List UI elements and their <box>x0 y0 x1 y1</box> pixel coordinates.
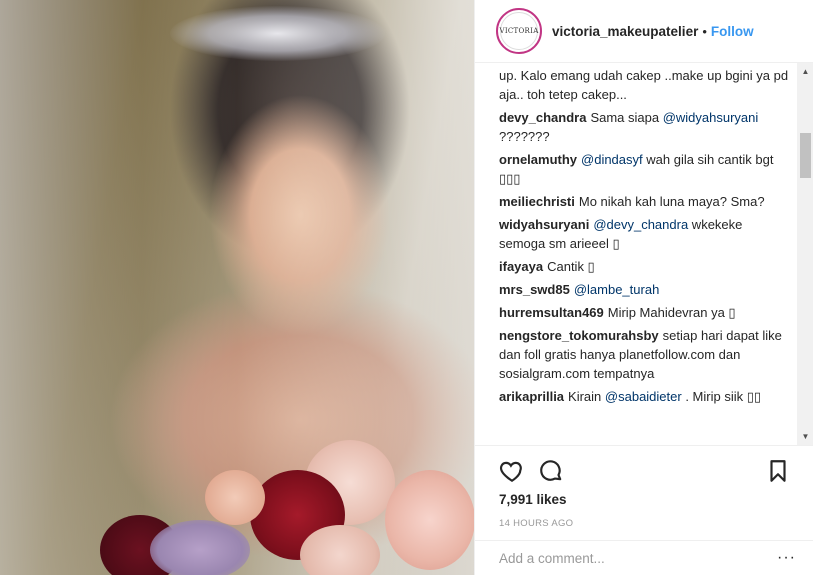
tiara <box>170 6 385 61</box>
comment-item: up. Kalo emang udah cakep ..make up bgin… <box>499 66 791 104</box>
more-options-icon[interactable]: ··· <box>777 549 796 567</box>
comment-username[interactable]: meiliechristi <box>499 194 575 209</box>
comment-item: hurremsultan469 Mirip Mahidevran ya ▯ <box>499 303 791 322</box>
comment-list: up. Kalo emang udah cakep ..make up bgin… <box>499 66 791 410</box>
comment-mention[interactable]: @sabaidieter <box>605 389 682 404</box>
comment-mention[interactable]: @devy_chandra <box>593 217 688 232</box>
comment-username[interactable]: mrs_swd85 <box>499 282 570 297</box>
comment-item: devy_chandra Sama siapa @widyahsuryani ??… <box>499 108 791 146</box>
scroll-thumb[interactable] <box>800 133 811 178</box>
heart-icon[interactable] <box>499 458 525 484</box>
separator-dot: • <box>702 23 707 39</box>
comment-username[interactable]: widyahsuryani <box>499 217 589 232</box>
rose-peach <box>205 470 265 525</box>
comment-item: mrs_swd85 @lambe_turah <box>499 280 791 299</box>
comment-text: Mirip Mahidevran ya ▯ <box>607 305 736 320</box>
lavender-sprig <box>150 520 250 575</box>
scroll-up-arrow-icon[interactable]: ▲ <box>797 63 813 80</box>
comment-username[interactable]: nengstore_tokomurahsby <box>499 328 659 343</box>
comment-username[interactable]: devy_chandra <box>499 110 586 125</box>
post-sidebar: VICTORIA victoria_makeupatelier • Follow… <box>474 0 813 575</box>
comment-mention[interactable]: @dindasyf <box>581 152 643 167</box>
comments-area: up. Kalo emang udah cakep ..make up bgin… <box>475 63 813 445</box>
comment-mention[interactable]: @widyahsuryani <box>663 110 759 125</box>
scroll-down-arrow-icon[interactable]: ▼ <box>797 428 813 445</box>
comment-username[interactable]: hurremsultan469 <box>499 305 604 320</box>
comment-username[interactable]: arikaprillia <box>499 389 564 404</box>
comment-text: ??????? <box>499 129 550 144</box>
likes-count[interactable]: 7,991 likes <box>499 492 567 507</box>
username-link[interactable]: victoria_makeupatelier <box>552 24 698 39</box>
comment-item: ifayaya Cantik ▯ <box>499 257 791 276</box>
avatar-logo: VICTORIA <box>499 12 538 50</box>
comment-text: . Mirip siik ▯▯ <box>681 389 762 404</box>
rose-pink <box>385 470 474 570</box>
comment-item: ornelamuthy @dindasyf wah gila sih cantik… <box>499 150 791 188</box>
comment-mention[interactable]: @lambe_turah <box>574 282 659 297</box>
comment-item: meiliechristi Mo nikah kah luna maya? Sma… <box>499 192 791 211</box>
comment-item: arikaprillia Kirain @sabaidieter . Mirip … <box>499 387 791 406</box>
comment-input[interactable] <box>499 550 749 566</box>
comment-text: Mo nikah kah luna maya? Sma? <box>578 194 765 209</box>
comment-text: Sama siapa <box>590 110 663 125</box>
post-timestamp[interactable]: 14 HOURS AGO <box>499 518 573 529</box>
comment-item: nengstore_tokomurahsby setiap hari dapat … <box>499 326 791 383</box>
comment-text: Cantik ▯ <box>547 259 595 274</box>
follow-button[interactable]: Follow <box>711 24 754 39</box>
comment-text: Kirain <box>568 389 605 404</box>
comment-text: up. Kalo emang udah cakep ..make up bgin… <box>499 68 789 102</box>
avatar[interactable]: VICTORIA <box>496 8 542 54</box>
post-header: VICTORIA victoria_makeupatelier • Follow <box>475 0 813 63</box>
comments-scrollbar[interactable]: ▲ ▼ <box>797 63 813 445</box>
comment-item: widyahsuryani @devy_chandra wkekeke semog… <box>499 215 791 253</box>
add-comment-bar: ··· <box>475 540 813 575</box>
comment-username[interactable]: ornelamuthy <box>499 152 577 167</box>
comment-icon[interactable] <box>538 458 564 484</box>
bookmark-icon[interactable] <box>765 458 791 484</box>
post-photo[interactable] <box>0 0 474 575</box>
comment-username[interactable]: ifayaya <box>499 259 543 274</box>
post-actions: 7,991 likes 14 HOURS AGO <box>475 445 813 535</box>
